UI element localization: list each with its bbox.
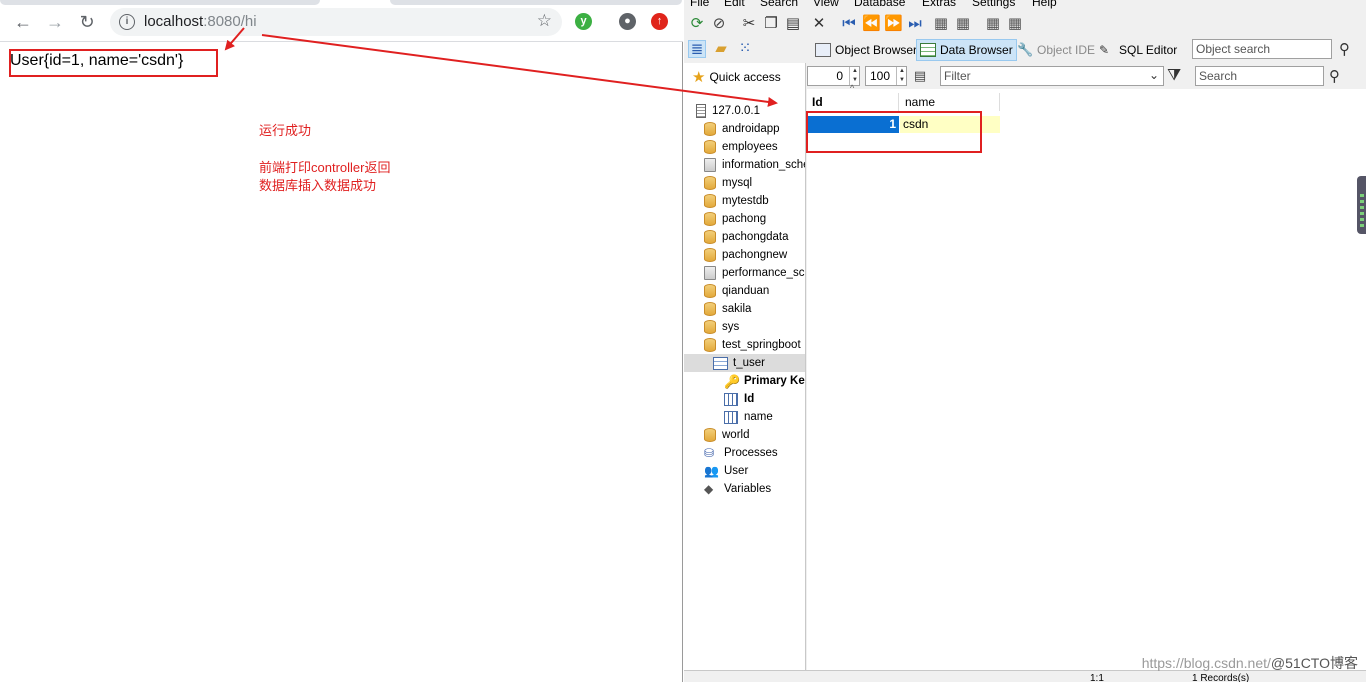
annotation-arrows [224,27,778,107]
screenshot-root: ← → ↻ i localhost:8080/hi ☆ y ● ↑ User{i… [0,0,1366,682]
arrow-to-output [224,27,245,51]
arrow-to-grid [261,34,778,107]
